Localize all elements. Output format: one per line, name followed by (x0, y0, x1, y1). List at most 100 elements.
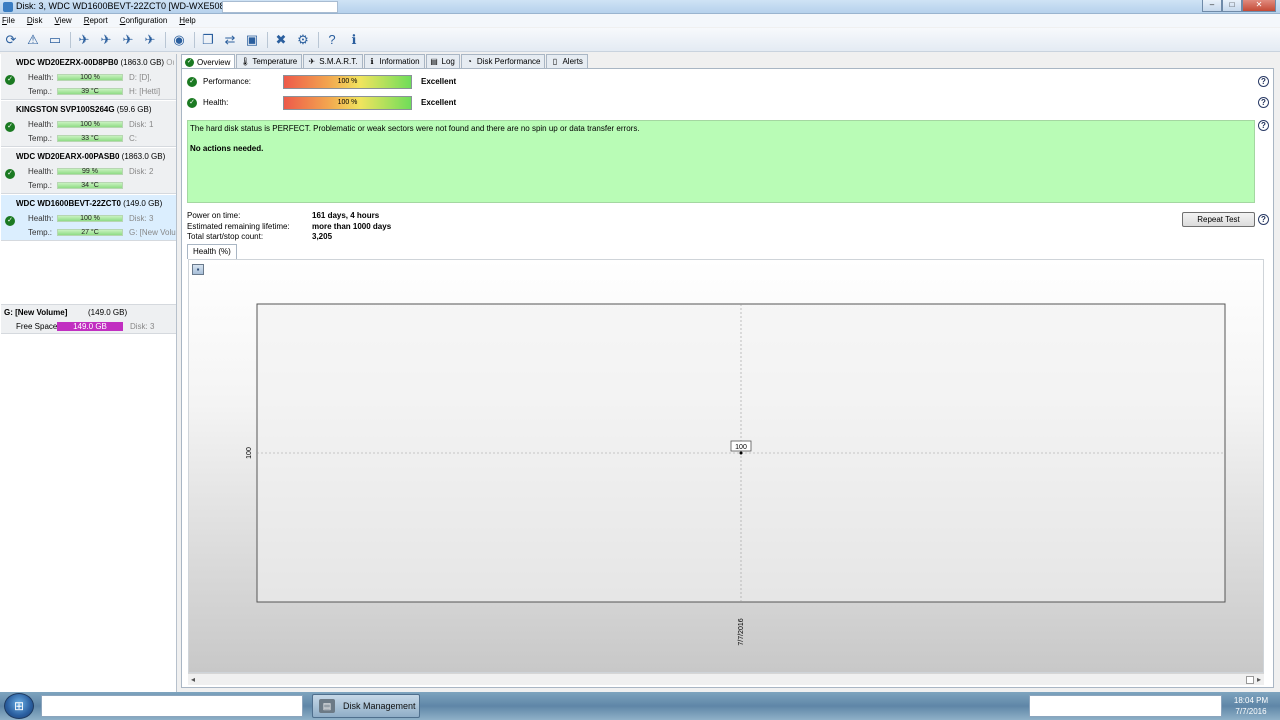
disk-card-0[interactable]: WDC WD20EZRX-00D8PB0 (1863.0 GB) Ou ✓ He… (1, 54, 176, 100)
scroll-left-icon[interactable]: ◂ (191, 674, 195, 685)
disk-partition: C: (129, 134, 137, 143)
info-icon[interactable]: ℹ (345, 31, 363, 49)
menu-file[interactable]: File (2, 16, 15, 25)
health-bar: 100 % (283, 96, 412, 110)
y-tick-label: 100 (246, 447, 253, 459)
disk-partition: G: [New Volu (129, 228, 176, 237)
point-label: 100 (735, 444, 747, 451)
tab-health-chart[interactable]: Health (%) (187, 244, 237, 259)
health-rating: Excellent (421, 98, 457, 107)
temp-label: Temp.: (28, 228, 53, 237)
health-chart-area: ▪ 100 100 7/7/2016 (188, 259, 1264, 673)
health-label: Health: (28, 120, 54, 129)
close-button[interactable]: ✕ (1242, 0, 1276, 12)
temp-label: Temp.: (28, 87, 53, 96)
performance-help-icon[interactable]: ? (1258, 76, 1269, 87)
health-bar: 99 % (57, 168, 123, 175)
status-help-icon[interactable]: ? (1258, 120, 1269, 131)
toolbar-separator (165, 31, 166, 48)
satellite-icon-4[interactable]: ✈ (141, 31, 159, 49)
volume-disk: Disk: 3 (130, 322, 155, 331)
disk-card-2[interactable]: WDC WD20EARX-00PASB0 (1863.0 GB) ✓ Healt… (1, 148, 176, 194)
taskbar-disk-management[interactable]: ▤ Disk Management (312, 694, 420, 718)
menu-view[interactable]: View (54, 16, 71, 25)
title-search-field[interactable] (222, 1, 338, 13)
repeat-test-button[interactable]: Repeat Test (1182, 212, 1255, 227)
status-ok-icon: ✓ (187, 77, 197, 87)
health-bar: 100 % (57, 121, 123, 128)
health-label: Health: (203, 98, 229, 107)
status-ok-icon: ✓ (5, 75, 15, 85)
satellite-icon[interactable]: ✈ (75, 31, 93, 49)
temp-bar: 27 °C (57, 229, 123, 236)
disk-card-3[interactable]: WDC WD1600BEVT-22ZCT0 (149.0 GB) ✓ Healt… (1, 195, 176, 241)
health-help-icon[interactable]: ? (1258, 97, 1269, 108)
scroll-right-icon[interactable]: ▸ (1257, 674, 1261, 685)
clock[interactable]: 18:04 PM 7/7/2016 (1226, 695, 1276, 717)
tab-disk-performance[interactable]: ◔ Disk Performance (460, 54, 546, 68)
satellite-icon-3[interactable]: ✈ (119, 31, 137, 49)
info-icon: ℹ (370, 57, 374, 66)
disk-icon[interactable]: ▭ (46, 31, 64, 49)
disk-name: WDC WD20EZRX-00D8PB0 (1863.0 GB) Ou (16, 58, 174, 67)
tab-alerts[interactable]: ▯ Alerts (546, 54, 588, 68)
menu-configuration[interactable]: Configuration (120, 16, 168, 25)
toolbar-separator (318, 31, 319, 48)
tab-information[interactable]: ℹ Information (363, 54, 425, 68)
health-icon[interactable]: ⚠ (24, 31, 42, 49)
log-icon: ▤ (430, 57, 438, 66)
horizontal-scrollbar[interactable]: ◂ ▸ (188, 673, 1264, 685)
free-space-label: Free Space (16, 322, 58, 331)
tools-icon[interactable]: ✖ (272, 31, 290, 49)
volume-size: (149.0 GB) (88, 308, 128, 317)
power-on-value: 161 days, 4 hours (312, 211, 380, 220)
temp-label: Temp.: (28, 181, 53, 190)
disk-number: Disk: 1 (129, 120, 154, 129)
disk-name: WDC WD20EARX-00PASB0 (1863.0 GB) (16, 152, 166, 161)
temp-label: Temp.: (28, 134, 53, 143)
taskbar-search-box[interactable] (41, 695, 303, 717)
tab-log[interactable]: ▤ Log (425, 54, 460, 68)
app-icon (3, 2, 13, 12)
globe-icon[interactable]: ◉ (170, 31, 188, 49)
menu-help[interactable]: Help (179, 16, 195, 25)
thermometer-icon: 🌡 (240, 57, 251, 66)
toolbar-separator (194, 31, 195, 48)
x-tick-label: 7/7/2016 (738, 618, 745, 645)
disk-partition: H: [Hetti] (129, 87, 161, 96)
health-bar: 100 % (57, 74, 123, 81)
taskbar: ⊞ ▤ Disk Management 18:04 PM 7/7/2016 (0, 692, 1280, 720)
copy-icon[interactable]: ❐ (199, 31, 217, 49)
status-box: The hard disk status is PERFECT. Problem… (187, 120, 1255, 203)
scroll-thumb[interactable] (1246, 676, 1254, 684)
disk-name: KINGSTON SVP100S264G (59.6 GB) (16, 105, 152, 114)
status-text: The hard disk status is PERFECT. Problem… (190, 124, 640, 133)
tab-overview[interactable]: ✓ Overview (181, 54, 236, 69)
health-label: Health: (28, 214, 54, 223)
menu-report[interactable]: Report (84, 16, 108, 25)
start-stop-value: 3,205 (312, 232, 333, 241)
tab-temperature[interactable]: 🌡 Temperature (236, 54, 303, 68)
disk-card-1[interactable]: KINGSTON SVP100S264G (59.6 GB) ✓ Health:… (1, 101, 176, 147)
gear-icon[interactable]: ⚙ (294, 31, 312, 49)
performance-label: Performance: (203, 77, 252, 86)
start-button[interactable]: ⊞ (4, 693, 34, 719)
menu-bar: File Disk View Report Configuration Help (0, 14, 1280, 27)
help-icon[interactable]: ? (323, 31, 341, 49)
maximize-button[interactable]: □ (1222, 0, 1242, 12)
repeat-help-icon[interactable]: ? (1258, 214, 1269, 225)
clock-time: 18:04 PM (1233, 696, 1269, 705)
disk-number: Disk: 2 (129, 167, 154, 176)
minimize-button[interactable]: – (1202, 0, 1222, 12)
temp-bar: 39 °C (57, 88, 123, 95)
menu-disk[interactable]: Disk (27, 16, 43, 25)
satellite-icon-2[interactable]: ✈ (97, 31, 115, 49)
tab-smart[interactable]: ✈ S.M.A.R.T. (303, 54, 363, 68)
monitor-icon[interactable]: ▣ (243, 31, 261, 49)
refresh-icon[interactable]: ⟳ (2, 31, 20, 49)
toolbar-separator (70, 31, 71, 48)
performance-bar: 100 % (283, 75, 412, 89)
sync-icon[interactable]: ⇄ (221, 31, 239, 49)
volume-card[interactable]: G: [New Volume] (149.0 GB) Free Space 14… (1, 304, 176, 334)
toolbar: ⟳ ⚠ ▭ ✈ ✈ ✈ ✈ ◉ ❐ ⇄ ▣ ✖ ⚙ ? ℹ (0, 28, 1280, 52)
